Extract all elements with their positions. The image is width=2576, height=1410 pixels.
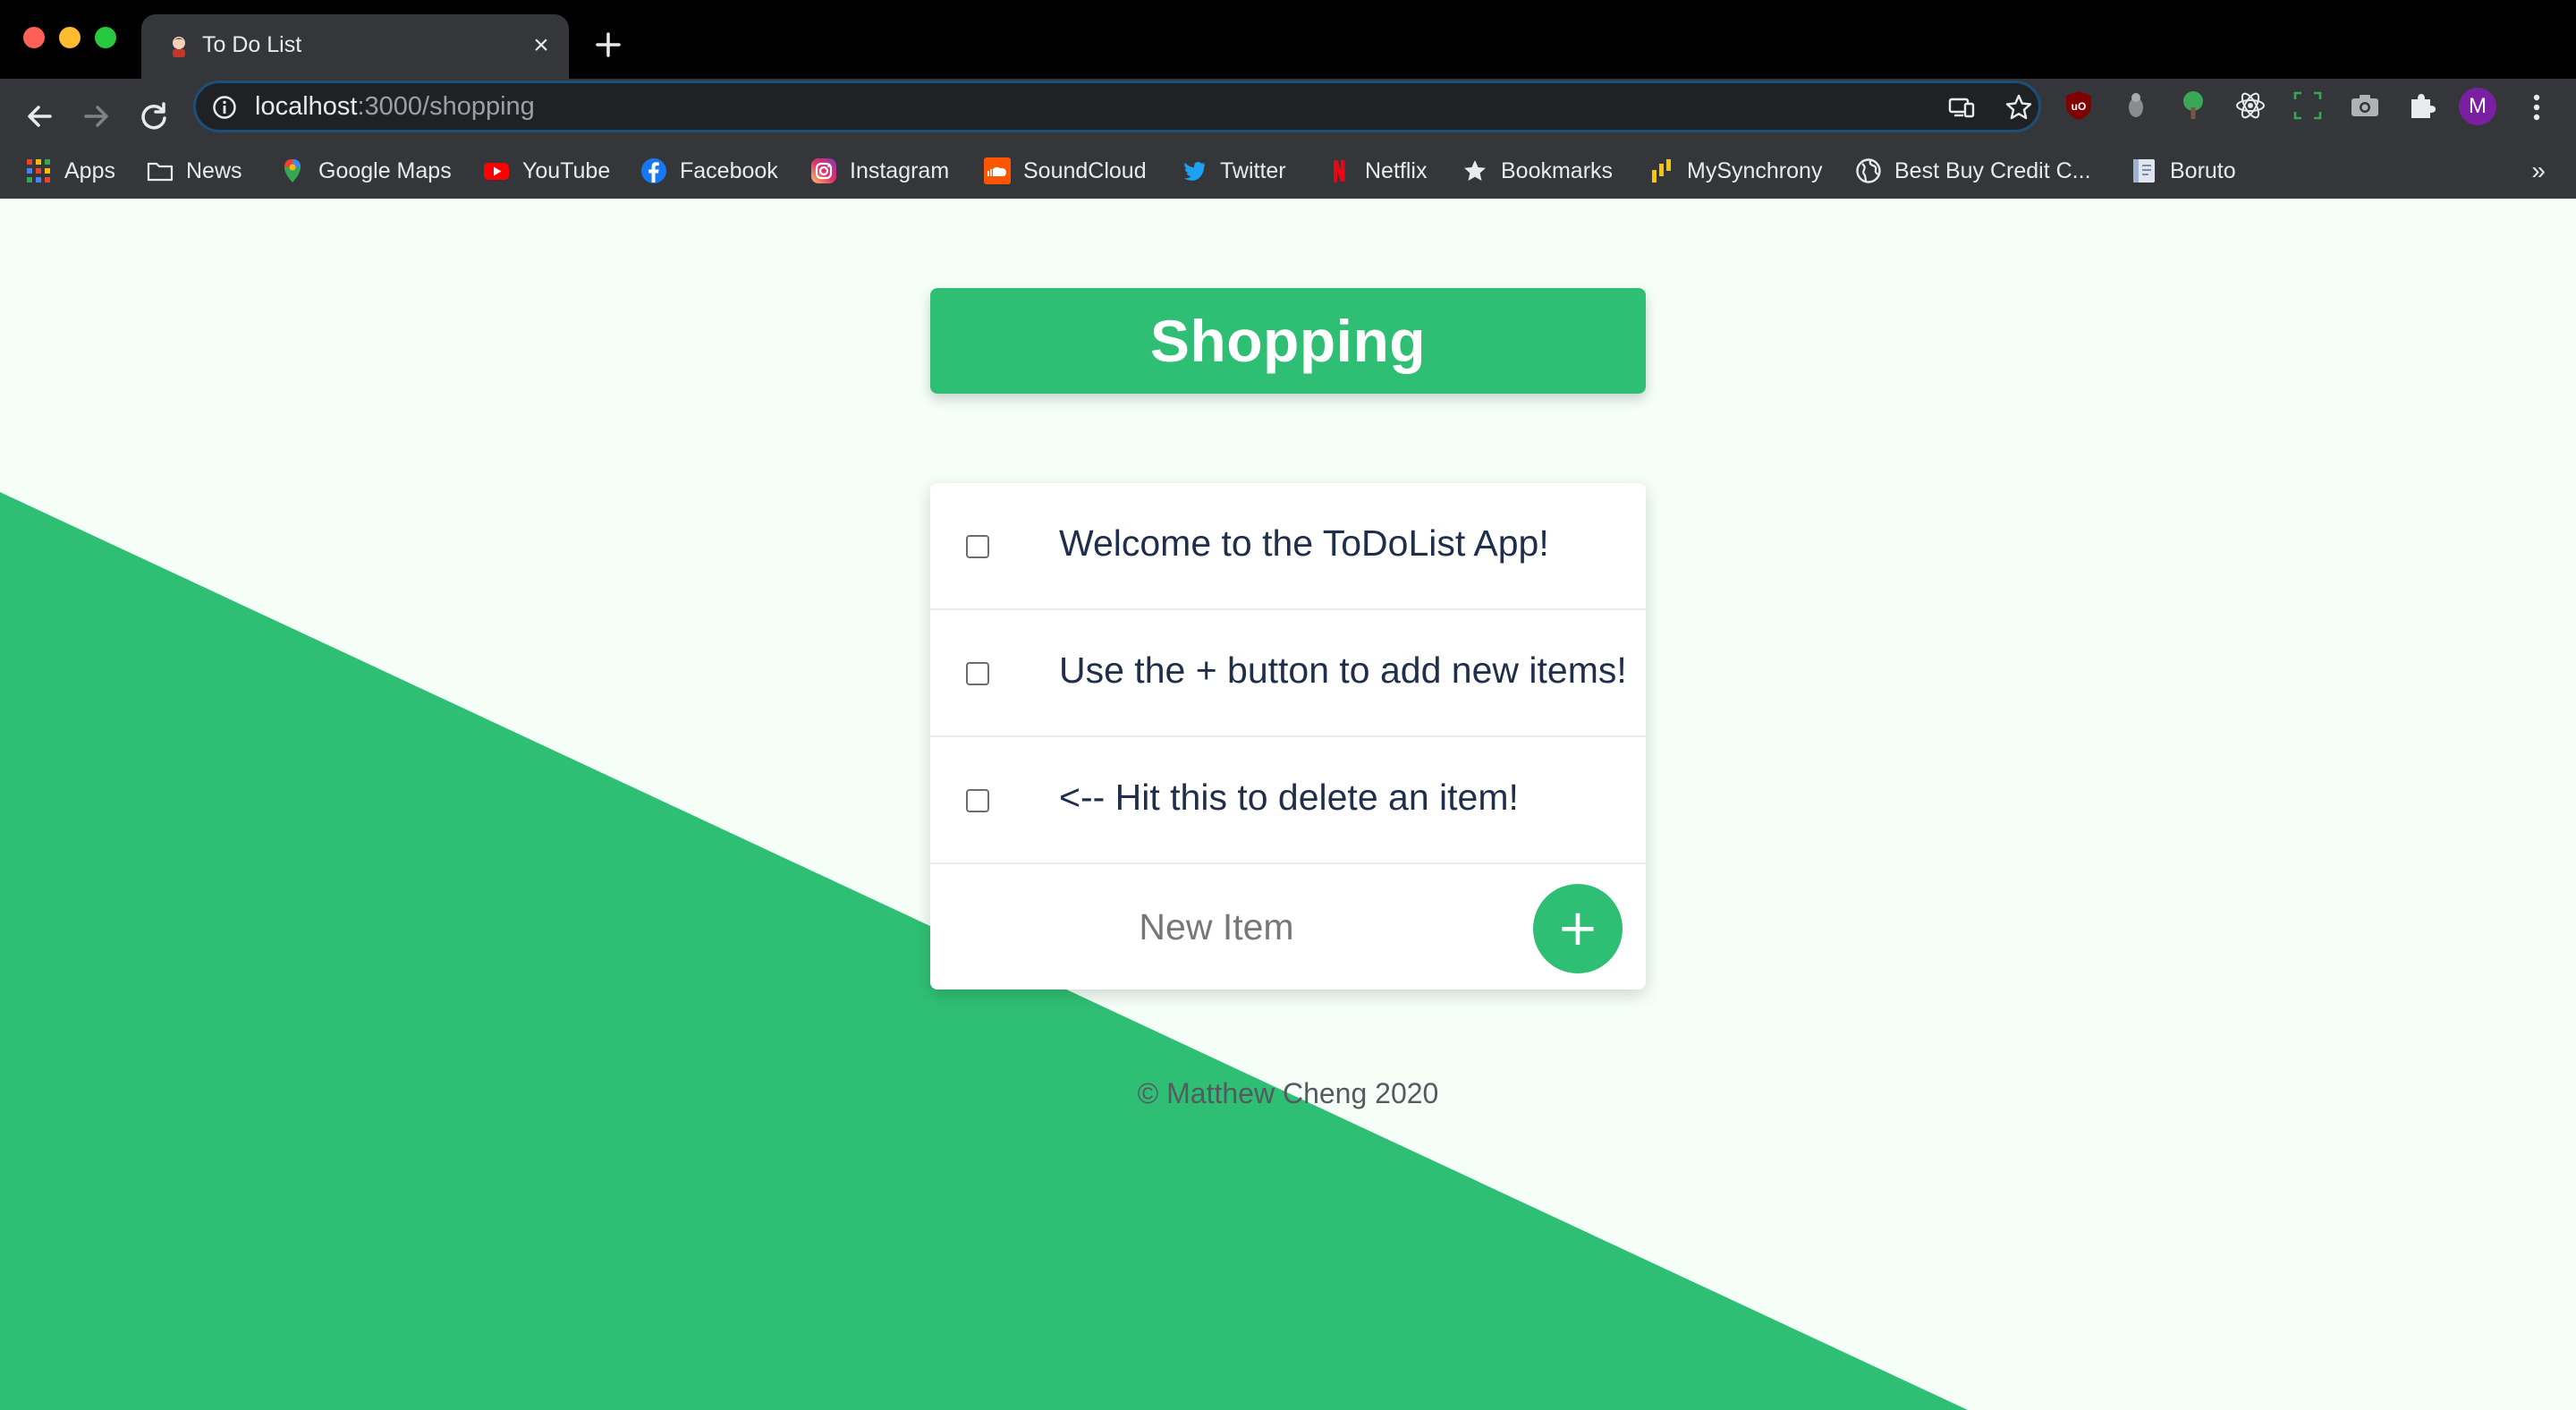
back-arrow-icon[interactable]	[18, 95, 61, 138]
bookmark-label: Bookmarks	[1501, 157, 1614, 183]
bookmark-news[interactable]: News	[147, 150, 242, 191]
bookmark-label: News	[186, 157, 242, 183]
bookmark-best-buy-credit[interactable]: Best Buy Credit C...	[1855, 150, 2091, 191]
mysynchrony-icon	[1652, 159, 1671, 183]
book-icon	[2133, 159, 2155, 183]
close-window-button[interactable]	[23, 27, 45, 48]
react-devtools-icon[interactable]	[2234, 89, 2267, 122]
bookmark-label: Instagram	[850, 157, 950, 183]
cast-devices-icon[interactable]	[1947, 93, 1976, 122]
list-title-banner: Shopping	[930, 288, 1646, 394]
browser-tab-strip: To Do List ×	[0, 0, 2576, 79]
bookmark-instagram[interactable]: Instagram	[810, 150, 949, 191]
facebook-icon	[641, 158, 666, 183]
apps-grid-icon	[27, 159, 50, 183]
bookmark-twitter[interactable]: Twitter	[1181, 150, 1286, 191]
bookmark-label: Twitter	[1220, 157, 1286, 183]
ublock-origin-icon[interactable]: uO	[2063, 89, 2095, 122]
maximize-window-button[interactable]	[95, 27, 116, 48]
bookmark-youtube[interactable]: YouTube	[483, 150, 610, 191]
minimize-window-button[interactable]	[59, 27, 80, 48]
netflix-icon	[1334, 160, 1345, 183]
bookmark-label: Boruto	[2170, 157, 2236, 183]
bookmark-facebook[interactable]: Facebook	[640, 150, 778, 191]
url-text[interactable]: localhost:3000/shopping	[255, 92, 535, 122]
browser-tab-active[interactable]: To Do List ×	[141, 14, 569, 79]
todo-item-text: Welcome to the ToDoList App!	[1059, 522, 1549, 564]
copyright-text: © Matthew Cheng 2020	[1137, 1077, 1439, 1109]
browser-menu-icon[interactable]	[2524, 89, 2549, 125]
delete-item-checkbox[interactable]	[966, 662, 989, 685]
bookmark-label: Google Maps	[318, 157, 452, 183]
extension-grey-icon[interactable]	[2120, 89, 2152, 122]
bookmark-bookmarks[interactable]: Bookmarks	[1462, 150, 1613, 191]
bookmark-label: Apps	[64, 157, 115, 183]
globe-icon	[1856, 158, 1881, 183]
folder-icon	[147, 162, 174, 182]
svg-text:uO: uO	[2072, 100, 2087, 113]
tab-favicon-icon	[173, 37, 185, 57]
camera-icon[interactable]	[2349, 89, 2381, 122]
bookmarks-overflow-button[interactable]: »	[2531, 150, 2546, 191]
twitter-icon	[1183, 162, 1205, 181]
bookmark-label: MySynchrony	[1687, 157, 1823, 183]
bookmark-star-icon[interactable]	[2004, 93, 2033, 122]
tab-title: To Do List	[202, 32, 302, 57]
forward-arrow-icon[interactable]	[75, 95, 118, 138]
page-content: Shopping Welcome to the ToDoList App! Us…	[0, 199, 2576, 1410]
bookmark-label: Best Buy Credit C...	[1894, 157, 2091, 183]
bookmark-label: YouTube	[522, 157, 611, 183]
todo-list-card: Welcome to the ToDoList App! Use the + b…	[930, 483, 1646, 990]
tree-extension-icon[interactable]	[2177, 89, 2209, 122]
bookmarks-bar: Apps News Google Maps YouTube Facebook I…	[0, 143, 2576, 199]
soundcloud-icon	[984, 157, 1011, 184]
url-path: :3000/shopping	[357, 92, 535, 121]
new-item-input[interactable]	[1002, 889, 1431, 964]
star-icon	[1464, 160, 1486, 181]
new-item-form: +	[930, 864, 1646, 990]
list-title: Shopping	[1149, 308, 1427, 374]
url-host: localhost	[255, 92, 358, 121]
bookmark-mysynchrony[interactable]: MySynchrony	[1648, 150, 1822, 191]
tab-close-icon[interactable]: ×	[526, 30, 556, 61]
todo-item: Welcome to the ToDoList App!	[930, 483, 1646, 610]
todo-item: Use the + button to add new items!	[930, 610, 1646, 737]
todo-item-text: <-- Hit this to delete an item!	[1059, 777, 1519, 818]
site-info-icon[interactable]	[212, 95, 237, 120]
todo-item-text: Use the + button to add new items!	[1059, 650, 1627, 691]
extensions-puzzle-icon[interactable]	[2406, 89, 2438, 122]
bookmark-google-maps[interactable]: Google Maps	[279, 150, 452, 191]
screen-capture-icon[interactable]	[2292, 89, 2324, 122]
youtube-icon	[484, 163, 509, 180]
bookmark-label: Netflix	[1365, 157, 1428, 183]
instagram-icon	[811, 158, 836, 183]
reload-icon[interactable]	[132, 95, 175, 138]
delete-item-checkbox[interactable]	[966, 789, 989, 812]
bookmark-soundcloud[interactable]: SoundCloud	[984, 150, 1147, 191]
bookmark-boruto[interactable]: Boruto	[2131, 150, 2236, 191]
address-bar[interactable]: localhost:3000/shopping	[193, 81, 2041, 132]
bookmark-netflix[interactable]: Netflix	[1326, 150, 1427, 191]
add-item-button[interactable]: +	[1533, 884, 1623, 973]
google-maps-icon	[284, 159, 301, 183]
page-footer: © Matthew Cheng 2020	[0, 1077, 2576, 1110]
profile-avatar[interactable]: M	[2459, 88, 2496, 125]
delete-item-checkbox[interactable]	[966, 535, 989, 558]
new-tab-icon[interactable]	[590, 27, 626, 63]
bookmark-label: SoundCloud	[1023, 157, 1147, 183]
todo-item: <-- Hit this to delete an item!	[930, 737, 1646, 864]
bookmark-apps[interactable]: Apps	[25, 150, 115, 191]
bookmark-label: Facebook	[680, 157, 778, 183]
